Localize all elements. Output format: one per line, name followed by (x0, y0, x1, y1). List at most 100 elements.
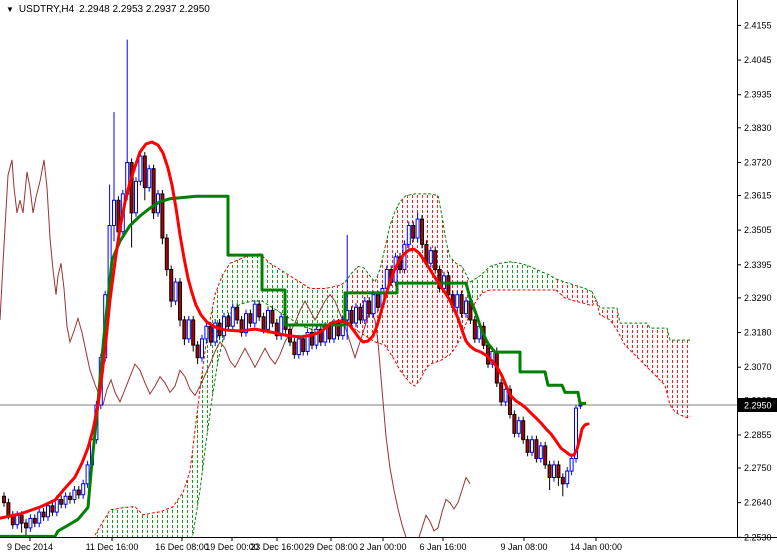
chart-window: ▼ USDTRY,H4 2.2948 2.2953 2.2937 2.2950 2.… (0, 0, 777, 555)
candle-body (191, 319, 196, 346)
candle-body (349, 310, 354, 324)
candle-body (178, 281, 182, 321)
candle-body (547, 464, 552, 478)
y-axis: 2.4155 2.4045 2.3935 2.3830 2.3720 2.3615 2.35… (737, 20, 772, 542)
candle-body (226, 316, 231, 327)
candle-body (32, 517, 37, 524)
candle-body (169, 269, 174, 302)
candle-body (538, 445, 543, 459)
candle-body (543, 445, 548, 466)
x-axis: 9 Dec 2014 11 Dec 16:00 16 Dec 08:0019 Dec… (7, 537, 622, 552)
candle-body (230, 306, 235, 327)
ichimoku-cloud-layer (94, 193, 691, 537)
y-axis-label: 2.3830 (744, 123, 772, 133)
candle-body (142, 155, 147, 189)
y-axis-label: 2.4045 (744, 55, 772, 65)
candle-body (248, 313, 253, 324)
candle-body (261, 316, 266, 330)
candle-body (208, 325, 213, 343)
candle-body (428, 250, 433, 264)
candle-body (2, 495, 6, 504)
chart-dropdown-icon[interactable]: ▼ (6, 5, 14, 14)
x-axis-label: 23 Dec 16:00 (250, 542, 304, 552)
x-axis-label: 16 Dec 08:00 (155, 542, 209, 552)
y-axis-label: 2.3615 (744, 191, 772, 201)
candle-body (85, 464, 90, 485)
candle-body (204, 325, 209, 340)
candle-body (138, 155, 143, 182)
plot-area[interactable] (0, 39, 737, 555)
y-axis-label: 2.3070 (744, 362, 772, 372)
candle-body (406, 225, 411, 245)
candle-body (235, 306, 240, 321)
candle-body (552, 464, 556, 478)
candle-body (81, 483, 86, 496)
candle-body (354, 306, 358, 324)
x-axis-label: 9 Jan 08:00 (500, 542, 547, 552)
candle-body (411, 225, 416, 239)
candle-body (503, 388, 508, 403)
candle-body (420, 218, 424, 245)
candle-body (455, 294, 460, 308)
x-axis-label: 2 Jan 00:00 (359, 542, 406, 552)
candle-body (266, 310, 270, 330)
candle-body (367, 300, 372, 315)
candle-body (472, 319, 477, 340)
x-axis-label: 14 Jan 00:00 (570, 542, 622, 552)
candle-body (134, 180, 138, 214)
candle-body (415, 218, 420, 239)
chart-ohlc-quote: 2.2948 2.2953 2.2937 2.2950 (79, 4, 210, 15)
x-axis-label: 11 Dec 16:00 (86, 542, 139, 552)
candle-body (59, 499, 64, 505)
kumo-cloud-red (592, 291, 690, 418)
candle-body (578, 404, 583, 407)
y-axis-label: 2.2750 (744, 463, 772, 473)
senkou-span-boundary (469, 289, 556, 314)
candle-body (186, 319, 191, 340)
candle-body (252, 303, 257, 324)
current-price-tag: 2.2950 (738, 398, 777, 412)
candle-body (516, 420, 521, 434)
kumo-cloud-green (95, 253, 345, 537)
candle-body (292, 341, 297, 356)
y-axis-label: 2.2855 (744, 430, 772, 440)
candle-body (112, 199, 116, 227)
candle-body (371, 294, 376, 315)
y-axis-label: 2.4155 (744, 20, 772, 30)
candle-body (525, 439, 530, 453)
kumo-cloud-red (556, 279, 592, 306)
current-price-tag-text: 2.2950 (744, 401, 772, 411)
candle-body (534, 439, 539, 460)
y-axis-label: 2.2640 (744, 498, 772, 508)
kumo-cloud-red (345, 193, 470, 387)
candle-body (41, 511, 46, 518)
x-axis-label: 6 Jan 16:00 (419, 542, 466, 552)
y-axis-label: 2.3935 (744, 90, 772, 100)
y-axis-label: 2.3180 (744, 328, 772, 338)
price-chart[interactable]: 2.4155 2.4045 2.3935 2.3830 2.3720 2.3615 2.35… (0, 0, 777, 555)
candle-body (68, 495, 72, 500)
candle-body (556, 464, 561, 478)
candle-body (560, 477, 565, 485)
candle-body (28, 517, 33, 529)
candle-body (459, 294, 464, 315)
chart-title-bar: ▼ USDTRY,H4 2.2948 2.2953 2.2937 2.2950 (6, 4, 210, 15)
y-axis-label: 2.3505 (744, 225, 772, 235)
candle-body (200, 338, 204, 359)
candle-body (521, 420, 526, 441)
candle-body (358, 306, 363, 321)
candle-body (76, 489, 81, 496)
candle-body (565, 470, 570, 485)
tenkan-sen-line (0, 140, 590, 520)
candle-body (296, 338, 301, 356)
candle-body (164, 237, 169, 271)
candle-body (182, 319, 187, 340)
candle-body (464, 300, 468, 315)
x-axis-label: 9 Dec 2014 (7, 542, 53, 552)
candle-body (37, 511, 42, 524)
candle-body (19, 514, 24, 524)
candle-body (376, 294, 380, 308)
candle-body (63, 495, 68, 505)
candle-body (301, 338, 306, 352)
y-axis-label: 2.3720 (744, 157, 772, 167)
